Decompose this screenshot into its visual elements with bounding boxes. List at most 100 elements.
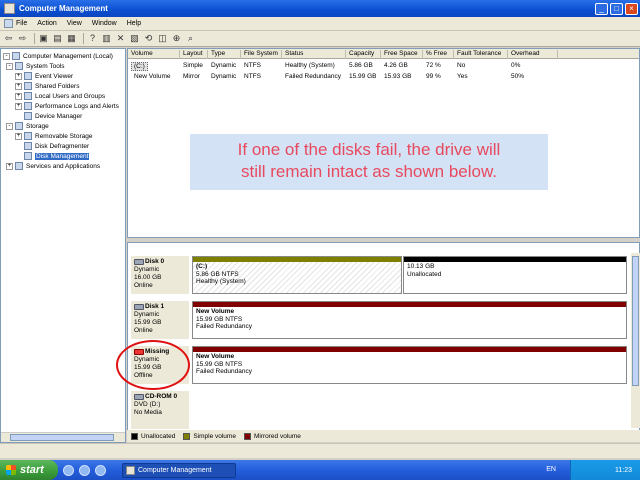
scrollbar-thumb[interactable] <box>632 256 639 386</box>
tree-horizontal-scrollbar[interactable] <box>1 432 125 442</box>
capacity-cell: 15.99 GB <box>349 73 377 80</box>
disk-0-label[interactable]: Disk 0 Dynamic 16.00 GB Online <box>131 256 189 294</box>
tree-item-local-users[interactable]: + Local Users and Groups <box>15 91 105 101</box>
help-icon[interactable]: ? <box>87 33 98 44</box>
tools-icon <box>15 62 23 70</box>
partition-new-volume-disk1[interactable]: New Volume 15.99 GB NTFS Failed Redundan… <box>192 301 627 339</box>
disk-icon[interactable]: ◫ <box>157 33 168 44</box>
menu-action[interactable]: Action <box>37 20 56 27</box>
expand-icon[interactable]: + <box>6 162 13 170</box>
table-row[interactable]: (C:) Simple Dynamic NTFS Healthy (System… <box>128 61 639 71</box>
unallocated-bar <box>404 257 626 262</box>
properties2-icon[interactable]: ▧ <box>129 33 140 44</box>
fault-tolerance-cell: Yes <box>457 73 468 80</box>
menu-window[interactable]: Window <box>92 20 117 27</box>
delete-icon[interactable]: ✕ <box>115 33 126 44</box>
refresh-icon[interactable]: ⟲ <box>143 33 154 44</box>
collapse-icon[interactable]: - <box>6 62 13 70</box>
status-cell: Failed Redundancy <box>285 73 342 80</box>
table-row[interactable]: New Volume Mirror Dynamic NTFS Failed Re… <box>128 72 639 82</box>
tree-item-label: Storage <box>26 122 49 130</box>
tree-item-label: Computer Management (Local) <box>23 52 113 60</box>
partition-new-volume-missing[interactable]: New Volume 15.99 GB NTFS Failed Redundan… <box>192 346 627 384</box>
partition-size: 10.13 GB <box>407 263 435 270</box>
expand-icon[interactable]: + <box>15 72 22 80</box>
legend-label: Simple volume <box>193 432 236 440</box>
quicklaunch-icon[interactable] <box>63 464 74 476</box>
disk-graphical-view: Disk 0 Dynamic 16.00 GB Online (C:) 5.86… <box>127 242 640 442</box>
disk-state: Online <box>134 282 153 289</box>
overhead-cell: 0% <box>511 62 521 69</box>
disk-type: Dynamic <box>134 266 160 273</box>
column-header-status[interactable]: Status <box>282 50 346 59</box>
column-header-layout[interactable]: Layout <box>180 50 208 59</box>
expand-icon[interactable]: + <box>15 92 22 100</box>
disk-1-label[interactable]: Disk 1 Dynamic 15.99 GB Online <box>131 301 189 339</box>
expand-icon[interactable]: + <box>15 102 22 110</box>
column-header-fault-tolerance[interactable]: Fault Tolerance <box>454 50 508 59</box>
menu-help[interactable]: Help <box>127 20 141 27</box>
device-manager-icon <box>24 112 32 120</box>
highlight-circle <box>116 340 190 390</box>
tree-item-disk-defragmenter[interactable]: Disk Defragmenter <box>24 141 89 151</box>
tree-item-computer-management[interactable]: - Computer Management (Local) <box>3 51 113 61</box>
collapse-icon[interactable]: - <box>6 122 13 130</box>
tree-item-shared-folders[interactable]: + Shared Folders <box>15 81 79 91</box>
expand-icon[interactable]: + <box>15 132 22 140</box>
volume-list-header: Volume Layout Type File System Status Ca… <box>128 49 639 59</box>
column-header-free-space[interactable]: Free Space <box>381 50 423 59</box>
tree-item-label: Shared Folders <box>35 82 80 90</box>
partition-name: New Volume <box>196 353 235 360</box>
simple-volume-bar <box>193 257 401 262</box>
clock[interactable]: 11:23 <box>615 467 632 474</box>
quicklaunch-icon[interactable] <box>79 464 90 476</box>
collapse-icon[interactable]: - <box>3 52 10 60</box>
column-header-percent-free[interactable]: % Free <box>423 50 454 59</box>
minimize-button[interactable]: _ <box>595 2 608 15</box>
graph-vertical-scrollbar[interactable] <box>631 253 640 428</box>
zoom-icon[interactable]: ⊕ <box>171 33 182 44</box>
taskbar-button-computer-management[interactable]: Computer Management <box>122 462 236 478</box>
tree-item-services-applications[interactable]: + Services and Applications <box>6 161 100 171</box>
column-header-volume[interactable]: Volume <box>128 50 180 59</box>
tree-item-device-manager[interactable]: Device Manager <box>24 111 82 121</box>
volume-cell: (C:) <box>131 62 148 71</box>
up-icon[interactable]: ▣ <box>38 33 49 44</box>
annotation-line-1: If one of the disks fail, the drive will <box>237 140 501 159</box>
start-button[interactable]: start <box>0 460 58 480</box>
toolbar: ⇦ ⇨ ▣ ▤ ▦ ? ▥ ✕ ▧ ⟲ ◫ ⊕ ⌕ <box>0 31 640 47</box>
tree-item-event-viewer[interactable]: + Event Viewer <box>15 71 73 81</box>
properties-icon[interactable]: ▦ <box>66 33 77 44</box>
column-header-file-system[interactable]: File System <box>241 50 282 59</box>
language-indicator[interactable]: EN <box>546 466 556 473</box>
back-icon[interactable]: ⇦ <box>3 33 14 44</box>
cdrom-0-label[interactable]: CD-ROM 0 DVD (D:) No Media <box>131 391 189 429</box>
tree-item-storage[interactable]: - Storage <box>6 121 49 131</box>
partition-c[interactable]: (C:) 5.86 GB NTFS Healthy (System) <box>192 256 402 294</box>
menu-view[interactable]: View <box>67 20 82 27</box>
start-label: start <box>20 464 44 476</box>
tree-item-performance-logs[interactable]: + Performance Logs and Alerts <box>15 101 119 111</box>
layout-cell: Mirror <box>183 73 200 80</box>
maximize-button[interactable]: □ <box>610 2 623 15</box>
internet-explorer-icon[interactable] <box>95 464 106 476</box>
disk-type: Dynamic <box>134 311 160 318</box>
close-button[interactable]: × <box>625 2 638 15</box>
legend-label: Mirrored volume <box>253 432 301 440</box>
column-header-type[interactable]: Type <box>208 50 241 59</box>
scrollbar-thumb[interactable] <box>10 434 114 441</box>
show-hide-tree-icon[interactable]: ▤ <box>52 33 63 44</box>
column-header-capacity[interactable]: Capacity <box>346 50 381 59</box>
export-icon[interactable]: ▥ <box>101 33 112 44</box>
tree-item-removable-storage[interactable]: + Removable Storage <box>15 131 92 141</box>
disk-type: DVD (D:) <box>134 401 161 408</box>
search-icon[interactable]: ⌕ <box>185 33 196 44</box>
forward-icon[interactable]: ⇨ <box>17 33 28 44</box>
partition-unallocated[interactable]: 10.13 GB Unallocated <box>403 256 627 294</box>
menu-file[interactable]: File <box>4 19 27 28</box>
tree-item-system-tools[interactable]: - System Tools <box>6 61 65 71</box>
column-header-overhead[interactable]: Overhead <box>508 50 558 59</box>
tree-item-disk-management[interactable]: Disk Management <box>24 151 90 161</box>
expand-icon[interactable]: + <box>15 82 22 90</box>
disk-state: No Media <box>134 409 162 416</box>
